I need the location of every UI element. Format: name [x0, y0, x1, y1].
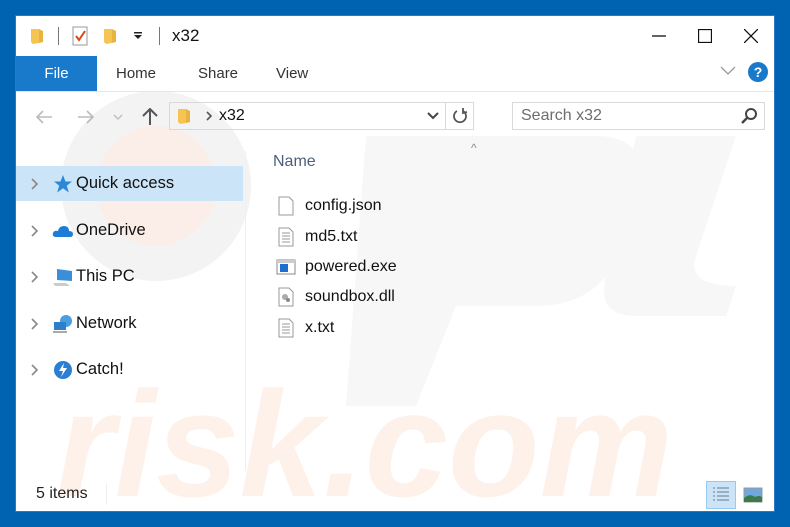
new-folder-icon[interactable] [99, 25, 121, 47]
breadcrumb-chevron-icon[interactable] [205, 111, 213, 121]
navigation-pane: Quick access OneDrive This PC Network Ca… [16, 151, 244, 479]
network-icon [52, 313, 74, 335]
refresh-button[interactable] [445, 103, 473, 129]
expand-chevron-icon[interactable] [28, 270, 42, 283]
customize-dropdown-icon[interactable] [127, 25, 149, 47]
minimize-icon [652, 35, 666, 37]
explorer-window: risk.com x32 File Home Share View ? x32 … [15, 15, 775, 512]
properties-icon[interactable] [69, 25, 91, 47]
text-file-icon [275, 226, 297, 248]
status-separator [106, 483, 107, 505]
window-title: x32 [172, 26, 200, 45]
minimize-button[interactable] [636, 16, 682, 56]
search-input[interactable] [521, 106, 731, 126]
status-bar: 5 items [16, 479, 774, 511]
file-list: ^ Name config.json md5.txt powered.exe s… [261, 141, 774, 479]
help-button[interactable]: ? [748, 62, 768, 82]
close-button[interactable] [728, 16, 774, 56]
item-count: 5 items [36, 485, 88, 502]
search-icon[interactable] [740, 107, 758, 125]
close-icon [744, 29, 758, 43]
expand-chevron-icon[interactable] [28, 177, 42, 190]
back-arrow-icon [35, 110, 52, 124]
folder-icon[interactable] [26, 25, 48, 47]
search-box [512, 102, 765, 130]
quick-access-toolbar: x32 [26, 24, 199, 48]
folder-icon [177, 107, 191, 125]
address-bar[interactable]: x32 [169, 102, 474, 130]
up-button[interactable] [138, 105, 162, 129]
tab-file[interactable]: File [16, 56, 97, 91]
tab-home[interactable]: Home [116, 56, 156, 91]
sidebar-item-this-pc[interactable]: This PC [16, 259, 243, 294]
up-arrow-icon [142, 108, 158, 125]
expand-chevron-icon[interactable] [28, 363, 42, 376]
back-button[interactable] [32, 105, 56, 129]
text-file-icon [275, 317, 297, 339]
sidebar-item-quick-access[interactable]: Quick access [16, 166, 243, 201]
ribbon: File Home Share View ? [16, 56, 774, 92]
maximize-icon [698, 29, 712, 43]
breadcrumb: x32 [170, 103, 245, 129]
expand-chevron-icon[interactable] [28, 224, 42, 237]
expand-ribbon-button[interactable] [720, 63, 736, 81]
file-row[interactable]: soundbox.dll [275, 283, 395, 311]
pane-divider[interactable] [245, 151, 246, 471]
dll-file-icon [275, 286, 297, 308]
catch-icon [52, 359, 74, 381]
chevron-down-icon [427, 112, 439, 120]
title-bar: x32 [16, 16, 774, 56]
refresh-icon [452, 108, 467, 124]
file-row[interactable]: powered.exe [275, 253, 397, 281]
toolbar-separator [58, 27, 59, 45]
file-row[interactable]: md5.txt [275, 223, 357, 251]
sidebar-item-network[interactable]: Network [16, 306, 243, 341]
toolbar-separator [159, 27, 160, 45]
address-history-dropdown[interactable] [421, 103, 445, 129]
sidebar-item-onedrive[interactable]: OneDrive [16, 213, 243, 248]
computer-icon [52, 266, 74, 288]
large-icons-view-icon [743, 487, 763, 503]
file-row[interactable]: x.txt [275, 314, 334, 342]
star-icon [52, 173, 74, 195]
maximize-button[interactable] [682, 16, 728, 56]
forward-arrow-icon [78, 110, 95, 124]
forward-button[interactable] [74, 105, 98, 129]
details-view-button[interactable] [706, 481, 736, 509]
file-row[interactable]: config.json [275, 192, 382, 220]
blank-file-icon [275, 195, 297, 217]
sort-ascending-icon: ^ [471, 141, 477, 155]
column-header-name[interactable]: Name [273, 153, 316, 171]
window-controls [636, 16, 774, 56]
large-icons-view-button[interactable] [738, 481, 768, 509]
chevron-down-icon [720, 66, 736, 75]
cloud-icon [52, 220, 74, 242]
ribbon-controls: ? [720, 62, 768, 82]
tab-view[interactable]: View [276, 56, 308, 91]
details-view-icon [713, 487, 729, 501]
recent-locations-icon [113, 114, 123, 120]
sidebar-item-catch[interactable]: Catch! [16, 352, 243, 387]
breadcrumb-segment[interactable]: x32 [219, 107, 245, 125]
expand-chevron-icon[interactable] [28, 317, 42, 330]
exe-file-icon [275, 256, 297, 278]
recent-locations-button[interactable] [110, 105, 126, 129]
tab-share[interactable]: Share [198, 56, 238, 91]
